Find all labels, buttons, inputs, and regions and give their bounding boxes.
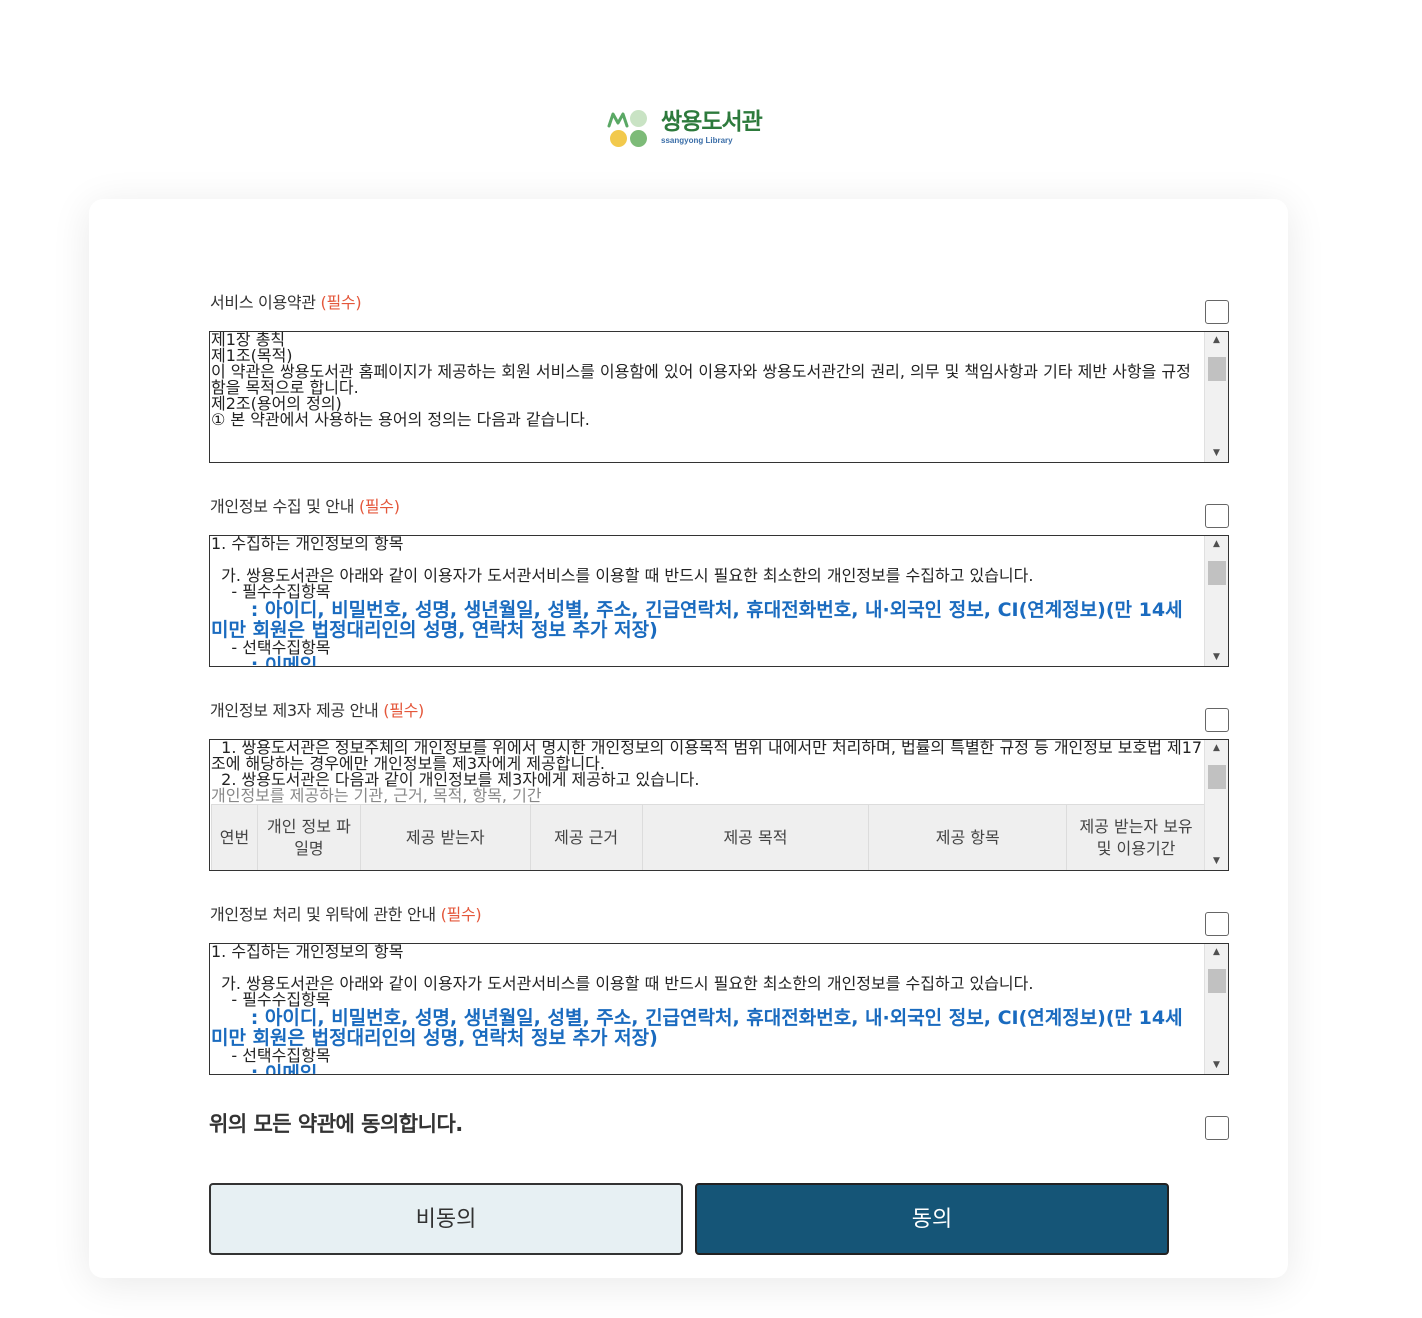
table-caption: 개인정보를 제공하는 기관, 근거, 목적, 항목, 기간: [211, 786, 542, 805]
table-header: 제공 항목: [868, 804, 1068, 870]
required-badge: (필수): [358, 497, 400, 516]
scrollbar[interactable]: ▲ ▼: [1204, 740, 1228, 870]
scroll-down-arrow-icon[interactable]: ▼: [1205, 649, 1228, 666]
terms-of-service-checkbox[interactable]: [1205, 300, 1229, 324]
privacy-processing-text: 1. 수집하는 개인정보의 항목 가. 쌍용도서관은 아래와 같이 이용자가 도…: [211, 944, 1204, 1074]
agree-all-label: 위의 모든 약관에 동의합니다.: [209, 1112, 463, 1136]
table-header: 개인 정보 파일명: [256, 804, 361, 870]
table-header: 제공 목적: [641, 804, 870, 870]
logo-name: 쌍용도서관: [661, 109, 763, 135]
logo-mark-icon: [607, 108, 651, 152]
scroll-up-arrow-icon[interactable]: ▲: [1205, 536, 1228, 553]
required-badge: (필수): [320, 293, 362, 312]
terms-of-service-title: 서비스 이용약관 (필수): [210, 293, 362, 312]
agree-button[interactable]: 동의: [695, 1183, 1169, 1255]
required-items-text: 아이디, 비밀번호, 성명, 생년월일, 성별, 주소, 긴급연락처, 휴대전화…: [211, 1007, 1190, 1049]
agree-all-checkbox[interactable]: [1205, 1116, 1229, 1140]
optional-items-text: 이메일: [264, 655, 318, 666]
optional-items-text: 이메일: [264, 1063, 318, 1074]
logo-subtitle: ssangyong Library: [661, 136, 733, 145]
table-header: 연번: [211, 804, 258, 870]
scroll-down-arrow-icon[interactable]: ▼: [1205, 445, 1228, 462]
terms-of-service-textbox[interactable]: 제1장 총칙 제1조(목적) 이 약관은 쌍용도서관 홈페이지가 제공하는 회원…: [209, 331, 1229, 463]
scroll-up-arrow-icon[interactable]: ▲: [1205, 332, 1228, 349]
required-items-text: 아이디, 비밀번호, 성명, 생년월일, 성별, 주소, 긴급연락처, 휴대전화…: [211, 599, 1190, 641]
scroll-down-arrow-icon[interactable]: ▼: [1205, 1057, 1228, 1074]
third-party-checkbox[interactable]: [1205, 708, 1229, 732]
disagree-button[interactable]: 비동의: [209, 1183, 683, 1255]
scroll-up-arrow-icon[interactable]: ▲: [1205, 740, 1228, 757]
scroll-thumb[interactable]: [1208, 357, 1226, 381]
scroll-thumb[interactable]: [1208, 765, 1226, 789]
scroll-up-arrow-icon[interactable]: ▲: [1205, 944, 1228, 961]
privacy-processing-title: 개인정보 처리 및 위탁에 관한 안내 (필수): [210, 905, 482, 924]
third-party-text: 1. 쌍용도서관은 정보주체의 개인정보를 위에서 명시한 개인정보의 이용목적…: [211, 740, 1204, 870]
table-header: 제공 받는자 보유 및 이용기간: [1066, 804, 1204, 870]
required-badge: (필수): [383, 701, 424, 720]
provision-table: 연번 개인 정보 파일명 제공 받는자 제공 근거 제공 목적 제공 항목 제공…: [211, 804, 1204, 870]
required-badge: (필수): [440, 905, 482, 924]
privacy-collection-checkbox[interactable]: [1205, 504, 1229, 528]
privacy-collection-title: 개인정보 수집 및 안내 (필수): [210, 497, 400, 516]
privacy-processing-checkbox[interactable]: [1205, 912, 1229, 936]
scroll-thumb[interactable]: [1208, 561, 1226, 585]
table-header: 제공 받는자: [359, 804, 531, 870]
scrollbar[interactable]: ▲ ▼: [1204, 944, 1228, 1074]
terms-of-service-text: 제1장 총칙 제1조(목적) 이 약관은 쌍용도서관 홈페이지가 제공하는 회원…: [211, 332, 1191, 429]
scroll-thumb[interactable]: [1208, 969, 1226, 993]
scroll-down-arrow-icon[interactable]: ▼: [1205, 853, 1228, 870]
scrollbar[interactable]: ▲ ▼: [1204, 536, 1228, 666]
privacy-processing-textbox[interactable]: 1. 수집하는 개인정보의 항목 가. 쌍용도서관은 아래와 같이 이용자가 도…: [209, 943, 1229, 1075]
third-party-title: 개인정보 제3자 제공 안내 (필수): [210, 701, 424, 720]
table-header: 제공 근거: [529, 804, 643, 870]
scrollbar[interactable]: ▲ ▼: [1204, 332, 1228, 462]
library-logo[interactable]: 쌍용도서관 ssangyong Library: [607, 108, 763, 152]
privacy-collection-textbox[interactable]: 1. 수집하는 개인정보의 항목 가. 쌍용도서관은 아래와 같이 이용자가 도…: [209, 535, 1229, 667]
third-party-textbox[interactable]: 1. 쌍용도서관은 정보주체의 개인정보를 위에서 명시한 개인정보의 이용목적…: [209, 739, 1229, 871]
privacy-collection-text: 1. 수집하는 개인정보의 항목 가. 쌍용도서관은 아래와 같이 이용자가 도…: [211, 536, 1204, 666]
